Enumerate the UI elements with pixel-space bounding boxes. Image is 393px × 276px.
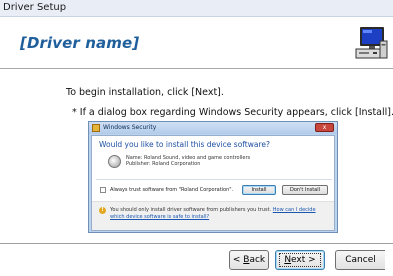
window-titlebar: Driver Setup <box>0 0 393 17</box>
instruction-text: To begin installation, click [Next]. <box>66 87 224 98</box>
always-trust-label: Always trust software from "Roland Corpo… <box>110 187 234 193</box>
wizard-header: [Driver name] <box>0 17 393 69</box>
computer-icon <box>355 27 388 59</box>
next-button[interactable]: Next > <box>275 250 325 270</box>
security-dialog-title: Windows Security <box>103 124 157 131</box>
security-install-button: Install <box>242 185 276 195</box>
security-warning-link-2: which device software is safe to install… <box>110 214 210 220</box>
device-publisher: Publisher: Roland Corporation <box>126 161 201 167</box>
close-icon: x <box>315 123 334 132</box>
security-warning-text: You should only install driver software … <box>110 207 272 213</box>
security-dialog-titlebar: Windows Security x <box>89 122 337 134</box>
security-warning-link-1: How can I decide <box>272 207 316 213</box>
back-button-rest: ack <box>249 255 266 265</box>
footer-divider-highlight <box>0 244 393 245</box>
windows-security-dialog-image: Windows Security x Would you like to ins… <box>88 121 338 233</box>
page-title: [Driver name] <box>20 34 140 52</box>
security-dont-install-button: Don't Install <box>282 185 328 195</box>
security-question: Would you like to install this device so… <box>99 140 270 149</box>
device-icon <box>108 155 121 168</box>
cancel-button[interactable]: Cancel <box>335 250 385 270</box>
shield-icon <box>92 124 100 132</box>
always-trust-checkbox <box>100 187 106 193</box>
back-button-prefix: < <box>232 255 244 265</box>
back-button[interactable]: < Back <box>229 250 269 270</box>
window-title: Driver Setup <box>3 2 67 13</box>
security-warning-area: ! You should only install driver softwar… <box>92 201 334 230</box>
security-note-text: * If a dialog box regarding Windows Secu… <box>72 107 393 118</box>
security-warning-line1: You should only install driver software … <box>110 207 316 213</box>
security-dialog-body: Would you like to install this device so… <box>91 135 335 231</box>
warning-icon: ! <box>99 207 106 214</box>
security-divider <box>96 179 332 180</box>
focus-rectangle <box>279 253 321 267</box>
